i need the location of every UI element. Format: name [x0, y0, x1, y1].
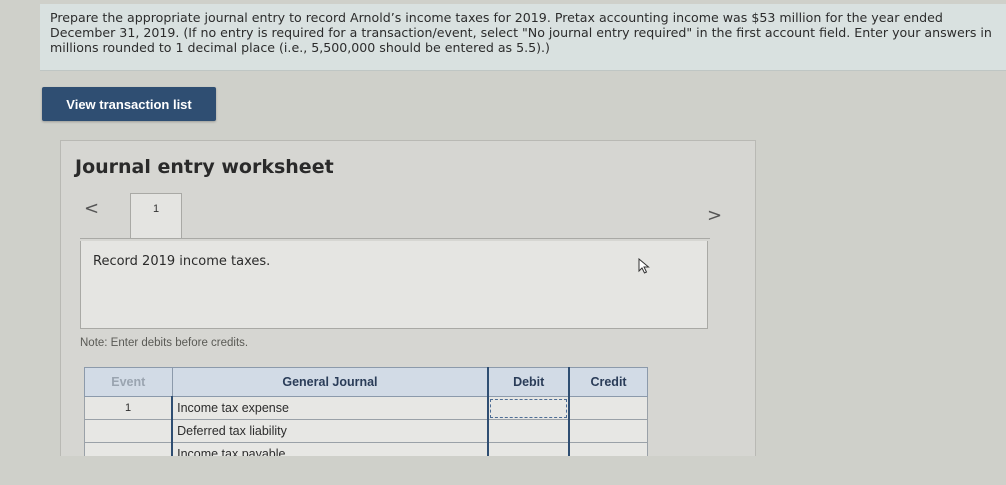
journal-header-row: Event General Journal Debit Credit [84, 367, 649, 397]
credit-input[interactable] [568, 396, 649, 420]
general-journal-column-header: General Journal [171, 367, 489, 397]
pointer-cursor-icon [638, 257, 652, 278]
credit-column-header: Credit [568, 367, 649, 397]
debit-column-header: Debit [487, 367, 571, 397]
entry-description: Record 2019 income taxes. [93, 254, 271, 269]
instructions-panel: Prepare the appropriate journal entry to… [40, 4, 1006, 71]
event-cell [84, 419, 173, 443]
screen-bottom-edge [60, 456, 760, 485]
event-column-header: Event [84, 367, 173, 397]
debit-input[interactable] [487, 396, 571, 420]
debit-input[interactable] [487, 419, 571, 443]
view-transaction-list-button[interactable]: View transaction list [42, 87, 216, 121]
entry-note: Note: Enter debits before credits. [80, 337, 249, 349]
account-select[interactable]: Income tax expense [171, 396, 489, 420]
credit-input[interactable] [568, 419, 649, 443]
tab-entry-1[interactable]: 1 [130, 193, 182, 239]
account-select[interactable]: Deferred tax liability [171, 419, 489, 443]
journal-row: Deferred tax liability [84, 419, 649, 443]
previous-entry-icon[interactable]: < [84, 198, 99, 219]
next-entry-icon[interactable]: > [707, 205, 722, 226]
event-cell: 1 [84, 396, 173, 420]
worksheet-title: Journal entry worksheet [75, 156, 334, 178]
tab-divider [80, 238, 710, 239]
general-journal-table: Event General Journal Debit Credit 1 Inc… [84, 367, 649, 466]
journal-row: 1 Income tax expense [84, 396, 649, 420]
instructions-text: Prepare the appropriate journal entry to… [50, 10, 992, 55]
